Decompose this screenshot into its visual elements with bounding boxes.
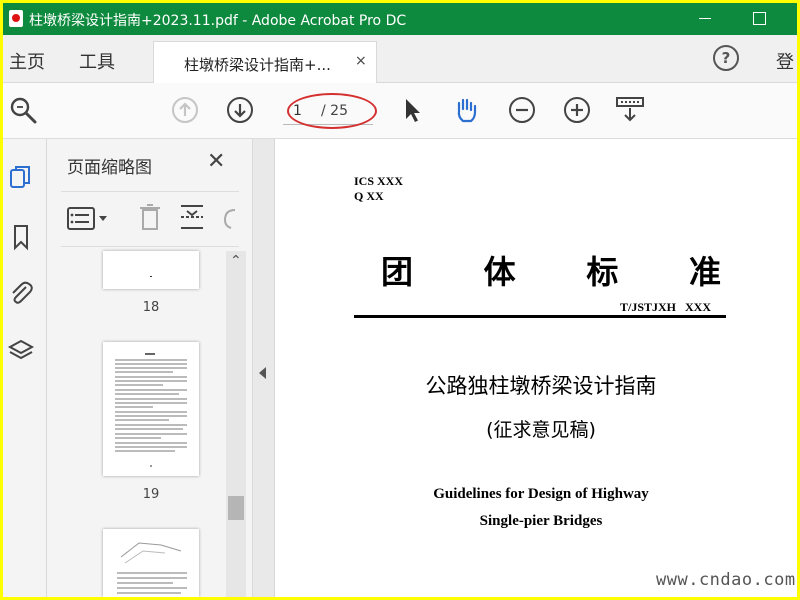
- acrobat-app-icon: [9, 10, 23, 27]
- page-thumbnail[interactable]: [103, 529, 199, 597]
- bookmarks-icon[interactable]: [7, 223, 35, 251]
- standard-type-heading: 团 体 标 准: [381, 247, 721, 293]
- zoom-in-icon[interactable]: [562, 95, 592, 125]
- tab-home[interactable]: 主页: [9, 48, 45, 74]
- navigation-rail: [3, 139, 47, 597]
- attachments-icon[interactable]: [7, 279, 35, 307]
- scroll-mode-icon[interactable]: [615, 95, 645, 125]
- standard-type-char: 标: [586, 253, 619, 291]
- q-code: Q XX: [354, 189, 384, 203]
- main-toolbar: 1 / 25: [3, 83, 797, 139]
- document-tab-label: 柱墩桥梁设计指南+...: [184, 56, 331, 74]
- site-watermark: www.cndao.com: [656, 570, 796, 590]
- zoom-out-icon[interactable]: [507, 95, 537, 125]
- page-thumbnail[interactable]: [103, 342, 199, 476]
- maximize-button[interactable]: [750, 9, 768, 27]
- highlight-annotation-ellipse: [287, 93, 377, 129]
- previous-page-icon[interactable]: [170, 95, 200, 125]
- zoom-search-icon[interactable]: [8, 95, 38, 125]
- close-tab-button[interactable]: ×: [355, 53, 367, 69]
- select-cursor-icon[interactable]: [397, 95, 427, 125]
- next-page-icon[interactable]: [225, 95, 255, 125]
- document-page: ICS XXX Q XX 团 体 标 准 T/JSTJXH XXX 公路独柱墩桥…: [275, 139, 797, 597]
- page-thumbnail-preview: [115, 353, 187, 467]
- page-thumbnails-icon[interactable]: [7, 163, 35, 191]
- standard-type-char: 准: [688, 253, 721, 291]
- heading-rule: [354, 315, 726, 318]
- thumbnails-scrollbar[interactable]: ⌃: [226, 251, 246, 597]
- thumbnail-options-icon[interactable]: [67, 206, 111, 232]
- page-thumbnail-preview: [117, 542, 187, 594]
- close-panel-button[interactable]: ✕: [207, 149, 225, 174]
- tab-tools[interactable]: 工具: [79, 48, 115, 74]
- minimize-button[interactable]: [696, 9, 714, 27]
- tab-bar: 主页 工具 柱墩桥梁设计指南+... × ? 登: [3, 35, 797, 84]
- scrollbar-thumb[interactable]: [228, 496, 244, 520]
- collapse-left-arrow-icon[interactable]: [259, 367, 266, 379]
- page-thumbnail-number: 19: [142, 487, 160, 502]
- tab-document[interactable]: 柱墩桥梁设计指南+... ×: [153, 41, 377, 84]
- help-button[interactable]: ?: [713, 45, 739, 71]
- thumbnails-panel-title: 页面缩略图: [67, 158, 152, 178]
- hand-tool-icon[interactable]: [451, 95, 481, 125]
- sign-in-button[interactable]: 登: [776, 48, 794, 74]
- layers-icon[interactable]: [7, 337, 35, 365]
- rotate-page-icon[interactable]: [221, 206, 237, 230]
- standard-code: T/JSTJXH XXX: [620, 300, 712, 314]
- window-title: 柱墩桥梁设计指南+2023.11.pdf - Adobe Acrobat Pro…: [29, 13, 407, 29]
- panel-collapse-bar[interactable]: [253, 139, 275, 597]
- standard-type-char: 团: [381, 253, 414, 291]
- thumbnail-tools: [61, 191, 239, 247]
- insert-page-icon[interactable]: [179, 203, 205, 231]
- ics-code: ICS XXX: [354, 174, 404, 188]
- page-thumbnail[interactable]: [103, 251, 199, 289]
- thumbnails-panel: 页面缩略图 ✕ 18 19 ⌃: [47, 139, 253, 597]
- document-title-cn: 公路独柱墩桥梁设计指南: [425, 374, 657, 398]
- delete-page-icon[interactable]: [139, 203, 161, 231]
- scroll-up-arrow-icon[interactable]: ⌃: [230, 253, 242, 269]
- document-subtitle-cn: (征求意见稿): [486, 419, 596, 441]
- document-title-en-line1: Guidelines for Design of Highway: [433, 486, 649, 502]
- title-bar: 柱墩桥梁设计指南+2023.11.pdf - Adobe Acrobat Pro…: [3, 3, 797, 35]
- standard-type-char: 体: [483, 253, 516, 291]
- page-thumbnail-number: 18: [142, 300, 160, 315]
- document-title-en-line2: Single-pier Bridges: [479, 513, 603, 529]
